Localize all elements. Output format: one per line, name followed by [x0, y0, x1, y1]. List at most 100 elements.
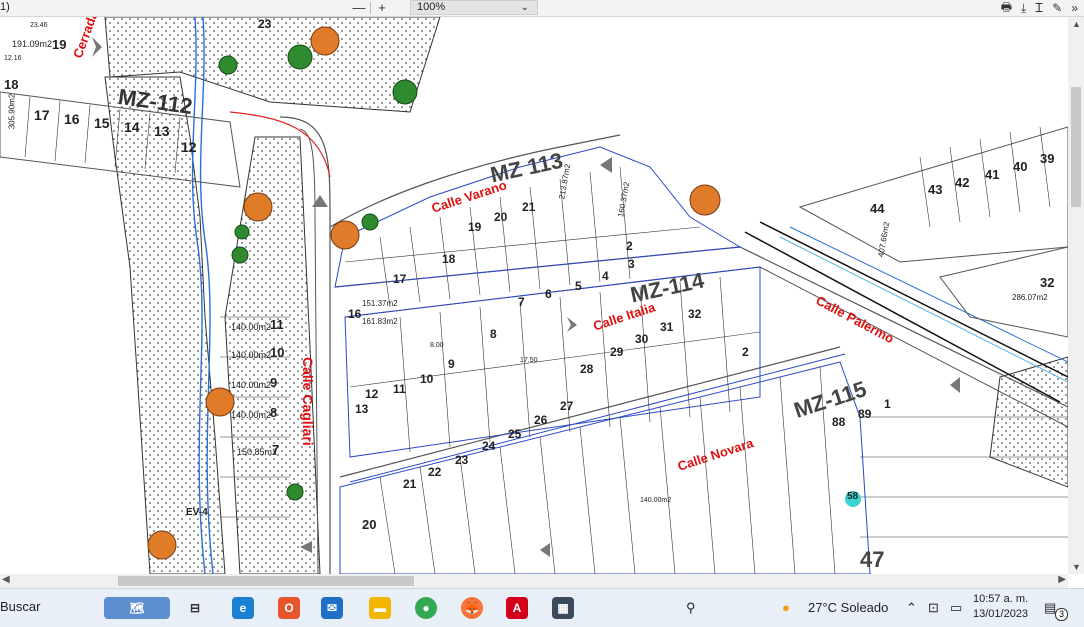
photos-icon[interactable]: ▦: [552, 597, 574, 619]
lot-number: 10: [270, 345, 285, 360]
lot-number: 8: [490, 327, 497, 341]
lot-number: 39: [1040, 151, 1055, 166]
search-highlight-icon[interactable]: 🗺: [104, 597, 170, 619]
area-label: 140.00m2: [231, 322, 272, 332]
vertical-scrollbar[interactable]: ▲ ▼: [1068, 17, 1084, 574]
block-label: MZ-112: [116, 83, 195, 120]
lot-number: 23: [455, 453, 469, 467]
display-icon[interactable]: ▭: [950, 589, 962, 627]
lot-number: 7: [518, 295, 525, 309]
street-label: Calle Cagliari: [300, 357, 316, 446]
scroll-thumb[interactable]: [118, 576, 414, 586]
lot-number: 5: [575, 279, 582, 293]
lot-number: 89: [858, 407, 872, 421]
more-tools-icon[interactable]: »: [1071, 1, 1078, 15]
lot-number: 8: [270, 405, 278, 420]
firefox-icon[interactable]: 🦊: [461, 597, 483, 619]
lot-number: 32: [688, 307, 702, 321]
network-icon[interactable]: ⊡: [928, 589, 939, 627]
pdf-toolbar: 1) — + 100% ⌄ 🖶 ⤓ Ꮖ ✎ »: [0, 0, 1084, 17]
clock-time: 10:57 a. m.: [973, 593, 1029, 605]
lot-number: 29: [610, 345, 624, 359]
lot-number: 17: [393, 272, 407, 286]
area-label: 305.90m2: [7, 93, 17, 130]
dim-label: 17.50: [520, 357, 538, 364]
area-label: 140.00m2: [231, 380, 272, 390]
area-label: 286.07m2: [1012, 293, 1048, 302]
people-icon[interactable]: ⚲: [686, 589, 696, 627]
lot-number: 13: [355, 402, 369, 416]
lot-number: 11: [270, 317, 284, 332]
clock-date: 13/01/2023: [973, 608, 1029, 620]
dim-label: 23.46: [30, 22, 48, 29]
lot-number: 2: [742, 345, 749, 359]
chrome-icon[interactable]: ●: [415, 597, 437, 619]
lot-number: 31: [660, 320, 674, 334]
lot-number: 6: [545, 287, 552, 301]
lot-number: 23: [258, 17, 272, 31]
lot-number: 20: [362, 517, 377, 532]
street-label: Calle Palermo: [813, 292, 897, 347]
dim-label: 8.00: [430, 342, 444, 349]
lot-number: 2: [626, 239, 633, 253]
scroll-right-icon[interactable]: ▶: [1058, 574, 1066, 585]
system-clock[interactable]: 10:57 a. m. 13/01/2023: [973, 592, 1028, 622]
show-hidden-icons[interactable]: ⌃: [906, 589, 917, 627]
plan-map-view[interactable]: MZ-112 MZ 113 MZ-114 MZ-115 47 Cerrada C…: [0, 17, 1068, 574]
print-icon[interactable]: 🖶: [1001, 0, 1012, 19]
lot-number: 26: [534, 413, 548, 427]
lot-number: 11: [393, 382, 406, 396]
task-view-icon[interactable]: ⊟: [184, 597, 206, 619]
dim-label: 12.16: [4, 55, 22, 62]
area-label: 140.00m2: [640, 497, 672, 504]
area-label: 161.83m2: [362, 317, 398, 326]
zoom-value: 100%: [417, 1, 446, 13]
lot-number: 13: [154, 123, 170, 139]
notification-icon[interactable]: ▤: [1044, 589, 1056, 627]
windows-taskbar: Buscar 🗺 ⊟ e O ✉ ▬ ● 🦊 A ▦ ⚲ ● 27°C Sole…: [0, 588, 1084, 627]
page-indicator: 1): [0, 1, 10, 13]
mail-icon[interactable]: ✉: [321, 597, 343, 619]
file-explorer-icon[interactable]: ▬: [369, 597, 391, 619]
lot-number: 21: [403, 477, 417, 491]
lot-number: 16: [348, 307, 362, 321]
zoom-select[interactable]: 100% ⌄: [410, 0, 538, 15]
chevron-down-icon: ⌄: [520, 2, 529, 13]
street-label: Cerrada: [70, 17, 101, 61]
draw-icon[interactable]: ✎: [1052, 1, 1062, 15]
lot-number: 18: [442, 252, 456, 266]
acrobat-icon[interactable]: A: [506, 597, 528, 619]
lot-number: 3: [628, 257, 635, 271]
text-cursor-icon[interactable]: Ꮖ: [1035, 1, 1043, 16]
lot-number: 24: [482, 439, 496, 453]
street-label: Calle Novara: [675, 435, 756, 474]
lot-number: 10: [420, 372, 434, 386]
save-icon[interactable]: ⤓: [1021, 1, 1026, 16]
scroll-down-icon[interactable]: ▼: [1072, 562, 1081, 572]
area-label: 151.37m2: [362, 299, 398, 308]
weather-text[interactable]: 27°C Soleado: [808, 589, 888, 627]
taskbar-search-input[interactable]: Buscar: [0, 599, 40, 614]
street-label: Calle Italia: [591, 299, 658, 334]
zoom-in-button[interactable]: +: [373, 1, 391, 15]
area-label: 140.00m2: [231, 350, 272, 360]
lot-number: 12: [181, 139, 197, 155]
lot-number: 32: [1040, 275, 1055, 290]
divider: [370, 2, 371, 14]
green-area-label: EV-4: [186, 507, 208, 518]
notification-count-badge: 3: [1055, 608, 1068, 621]
scroll-up-icon[interactable]: ▲: [1072, 19, 1081, 29]
scroll-thumb[interactable]: [1071, 87, 1081, 207]
edge-icon[interactable]: e: [232, 597, 254, 619]
lot-number: 12: [365, 387, 379, 401]
lot-number: 16: [64, 111, 80, 127]
area-label: 407.66m2: [876, 221, 892, 258]
zoom-out-button[interactable]: —: [350, 1, 368, 15]
lot-number: 9: [270, 375, 278, 390]
office-icon[interactable]: O: [278, 597, 300, 619]
horizontal-scrollbar[interactable]: ◀ ▶: [0, 574, 1068, 588]
block-label: 47: [860, 547, 885, 572]
lot-number: 1: [884, 397, 891, 411]
scroll-left-icon[interactable]: ◀: [2, 574, 10, 585]
lot-number: 44: [870, 201, 885, 216]
